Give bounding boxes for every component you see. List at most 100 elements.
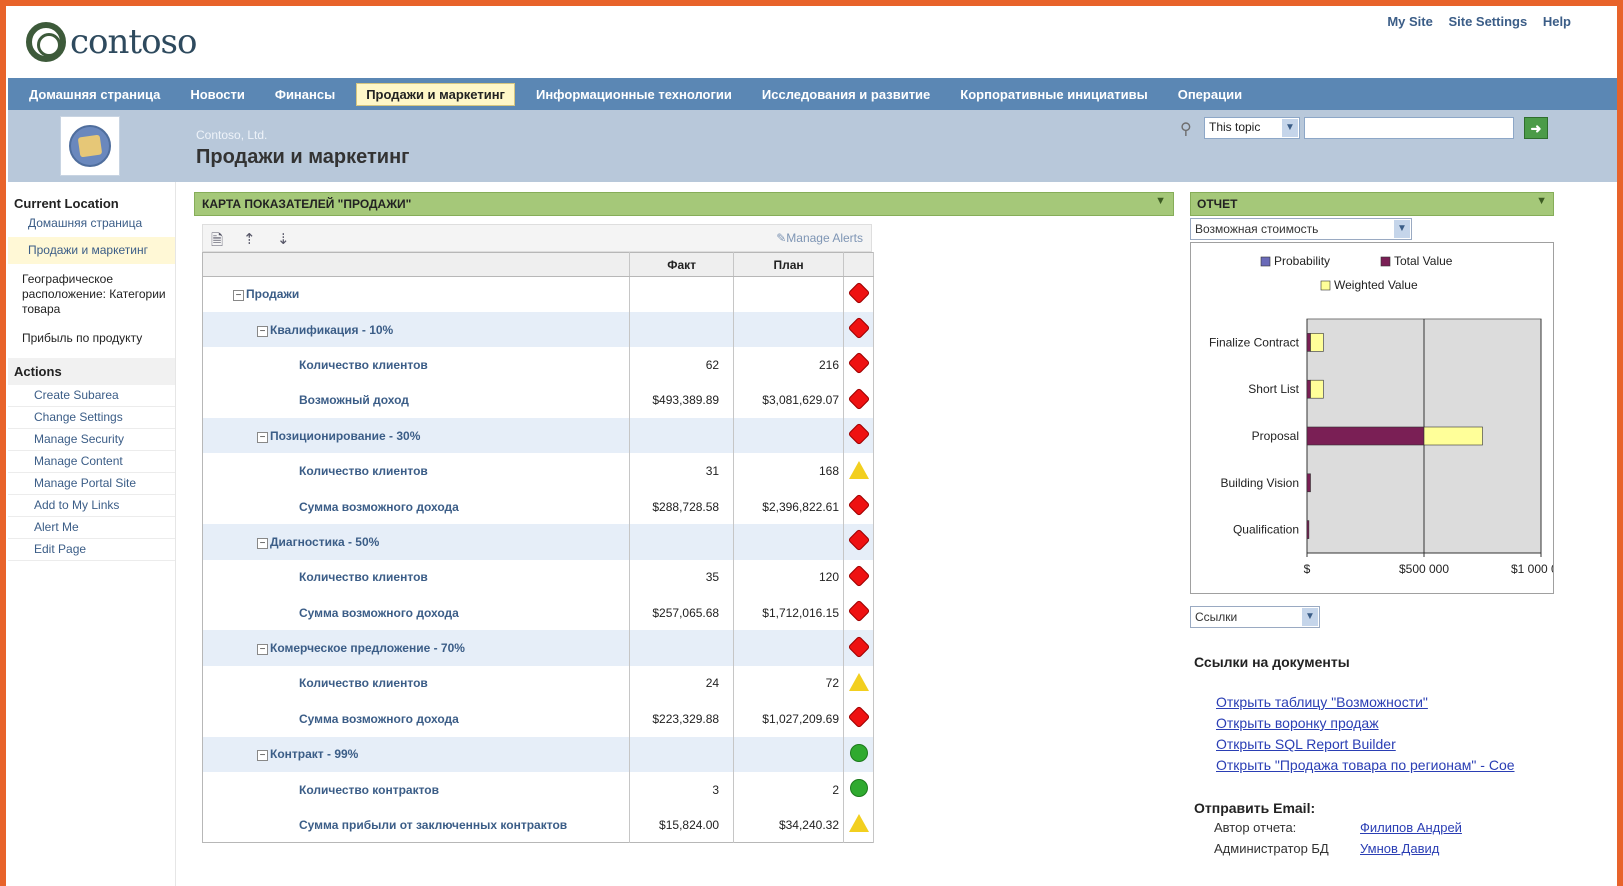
status-indicator-cell (843, 311, 874, 348)
kpi-name[interactable]: Количество клиентов (299, 570, 428, 584)
doc-link-report-builder[interactable]: Открыть SQL Report Builder (1216, 736, 1396, 752)
status-red-icon (847, 599, 870, 623)
kpi-name[interactable]: Диагностика - 50% (270, 535, 379, 549)
action-link[interactable]: Manage Content (8, 451, 175, 473)
kpi-name[interactable]: Сумма возможного дохода (299, 500, 459, 514)
collapse-toggle-icon[interactable]: − (257, 644, 268, 656)
kpi-name[interactable]: Возможный доход (299, 393, 409, 407)
doc-link-opportunities[interactable]: Открыть таблицу "Возможности" (1216, 694, 1428, 710)
site-settings-link[interactable]: Site Settings (1448, 14, 1527, 29)
legend-label: Total Value (1394, 254, 1453, 268)
fact-value: $257,065.68 (629, 595, 735, 631)
kpi-name-cell: Возможный доход (202, 382, 631, 419)
kpi-name[interactable]: Количество контрактов (299, 783, 439, 797)
status-indicator-cell (843, 524, 874, 560)
logo-text: contoso (70, 22, 197, 62)
status-indicator-cell (843, 771, 874, 808)
scorecard-row[interactable]: Количество клиентов 35 120 (202, 559, 874, 596)
search-input[interactable] (1304, 117, 1514, 139)
search-go-button[interactable]: ➜ (1524, 117, 1548, 139)
report-selector[interactable]: Возможная стоимость ▼ (1190, 218, 1412, 240)
kpi-name[interactable]: Количество клиентов (299, 464, 428, 478)
plan-value (733, 524, 845, 560)
collapse-toggle-icon[interactable]: − (257, 431, 268, 443)
left-nav-current-link[interactable]: Продажи и маркетинг (8, 237, 175, 264)
kpi-name[interactable]: Позиционирование - 30% (270, 429, 420, 443)
nav-tab-7[interactable]: Операции (1169, 84, 1251, 105)
collapse-toggle-icon[interactable]: − (233, 290, 244, 302)
kpi-name[interactable]: Продажи (246, 287, 299, 301)
nav-tab-2[interactable]: Финансы (266, 84, 344, 105)
site-subtitle[interactable]: Contoso, Ltd. (196, 128, 267, 142)
scorecard-row[interactable]: − Продажи (202, 276, 874, 312)
fact-column-header: Факт (629, 252, 735, 277)
status-red-icon (847, 316, 870, 340)
email-link-admin[interactable]: Умнов Давид (1360, 841, 1439, 856)
manage-alerts-button[interactable]: ✎Manage Alerts (776, 231, 863, 245)
left-nav-home-link[interactable]: Домашняя страница (8, 214, 175, 233)
action-link[interactable]: Edit Page (8, 539, 175, 561)
nav-tab-4[interactable]: Информационные технологии (527, 84, 741, 105)
search-scope-select[interactable]: This topic ▼ (1204, 117, 1300, 139)
scorecard-row[interactable]: Количество контрактов 3 2 (202, 771, 874, 808)
sort-ascending-icon[interactable]: ⇡ (243, 230, 256, 248)
scorecard-row[interactable]: Количество клиентов 24 72 (202, 665, 874, 702)
kpi-name-cell: − Контракт - 99% (202, 736, 631, 772)
scorecard-row[interactable]: Сумма возможного дохода $257,065.68 $1,712… (202, 595, 874, 631)
links-selector[interactable]: Ссылки ▼ (1190, 606, 1320, 628)
action-link[interactable]: Alert Me (8, 517, 175, 539)
doc-link-regional-sales[interactable]: Открыть "Продажа товара по регионам" - С… (1216, 757, 1515, 773)
kpi-name[interactable]: Количество клиентов (299, 676, 428, 690)
scorecard-row[interactable]: − Диагностика - 50% (202, 524, 874, 560)
collapse-toggle-icon[interactable]: − (257, 537, 268, 549)
sort-descending-icon[interactable]: ⇣ (277, 230, 290, 248)
kpi-name[interactable]: Сумма прибыли от заключенных контрактов (299, 818, 567, 832)
my-site-link[interactable]: My Site (1387, 14, 1433, 29)
action-link[interactable]: Create Subarea (8, 385, 175, 407)
action-link[interactable]: Add to My Links (8, 495, 175, 517)
scorecard-toolbar: 🗎 ⇡ ⇣ ✎Manage Alerts (202, 224, 872, 252)
collapse-toggle-icon[interactable]: − (257, 325, 268, 337)
scorecard-row[interactable]: − Позиционирование - 30% (202, 418, 874, 454)
nav-tab-5[interactable]: Исследования и развитие (753, 84, 939, 105)
nav-tab-6[interactable]: Корпоративные инициативы (951, 84, 1156, 105)
status-red-icon (847, 706, 870, 729)
scorecard-row[interactable]: Количество клиентов 62 216 (202, 347, 874, 383)
fact-value (629, 736, 735, 772)
email-row-admin: Администратор БД Умнов Давид (1214, 841, 1439, 856)
webpart-menu-icon[interactable]: ▼ (1155, 195, 1166, 207)
kpi-name[interactable]: Контракт - 99% (270, 747, 358, 761)
help-link[interactable]: Help (1543, 14, 1571, 29)
scorecard-row[interactable]: Возможный доход $493,389.89 $3,081,629.07 (202, 382, 874, 419)
scorecard-row[interactable]: Сумма возможного дохода $223,329.88 $1,027… (202, 701, 874, 737)
kpi-name[interactable]: Сумма возможного дохода (299, 712, 459, 726)
kpi-name[interactable]: Количество клиентов (299, 358, 428, 372)
scorecard-row[interactable]: Сумма возможного дохода $288,728.58 $2,396… (202, 488, 874, 525)
status-indicator-cell (843, 736, 874, 772)
webpart-menu-icon[interactable]: ▼ (1536, 195, 1547, 207)
action-link[interactable]: Change Settings (8, 407, 175, 429)
scorecard-row[interactable]: Сумма прибыли от заключенных контрактов $… (202, 807, 874, 843)
email-heading: Отправить Email: (1194, 800, 1316, 816)
kpi-name[interactable]: Комерческое предложение - 70% (270, 641, 465, 655)
action-link[interactable]: Manage Security (8, 429, 175, 451)
collapse-toggle-icon[interactable]: − (257, 750, 268, 762)
action-link[interactable]: Manage Portal Site (8, 473, 175, 495)
scorecard-row[interactable]: − Комерческое предложение - 70% (202, 630, 874, 666)
nav-tab-0[interactable]: Домашняя страница (20, 84, 169, 105)
scorecard-row[interactable]: − Контракт - 99% (202, 736, 874, 772)
nav-tab-1[interactable]: Новости (181, 84, 254, 105)
kpi-name[interactable]: Сумма возможного дохода (299, 606, 459, 620)
left-nav-profit-link[interactable]: Прибыль по продукту (8, 329, 175, 348)
kpi-name[interactable]: Квалификация - 10% (270, 323, 393, 337)
email-label: Администратор БД (1214, 841, 1329, 856)
doc-link-sales-funnel[interactable]: Открыть воронку продаж (1216, 715, 1379, 731)
email-link-author[interactable]: Филипов Андрей (1360, 820, 1462, 835)
kpi-name-cell: Сумма возможного дохода (202, 595, 631, 631)
left-nav-geo-link[interactable]: Географическое расположение: Категории т… (8, 270, 175, 319)
scorecard-row[interactable]: − Квалификация - 10% (202, 311, 874, 348)
nav-tab-3[interactable]: Продажи и маркетинг (356, 82, 515, 106)
documents-heading: Ссылки на документы (1194, 654, 1350, 670)
scorecard-row[interactable]: Количество клиентов 31 168 (202, 453, 874, 489)
contoso-logo[interactable]: contoso (26, 22, 197, 62)
